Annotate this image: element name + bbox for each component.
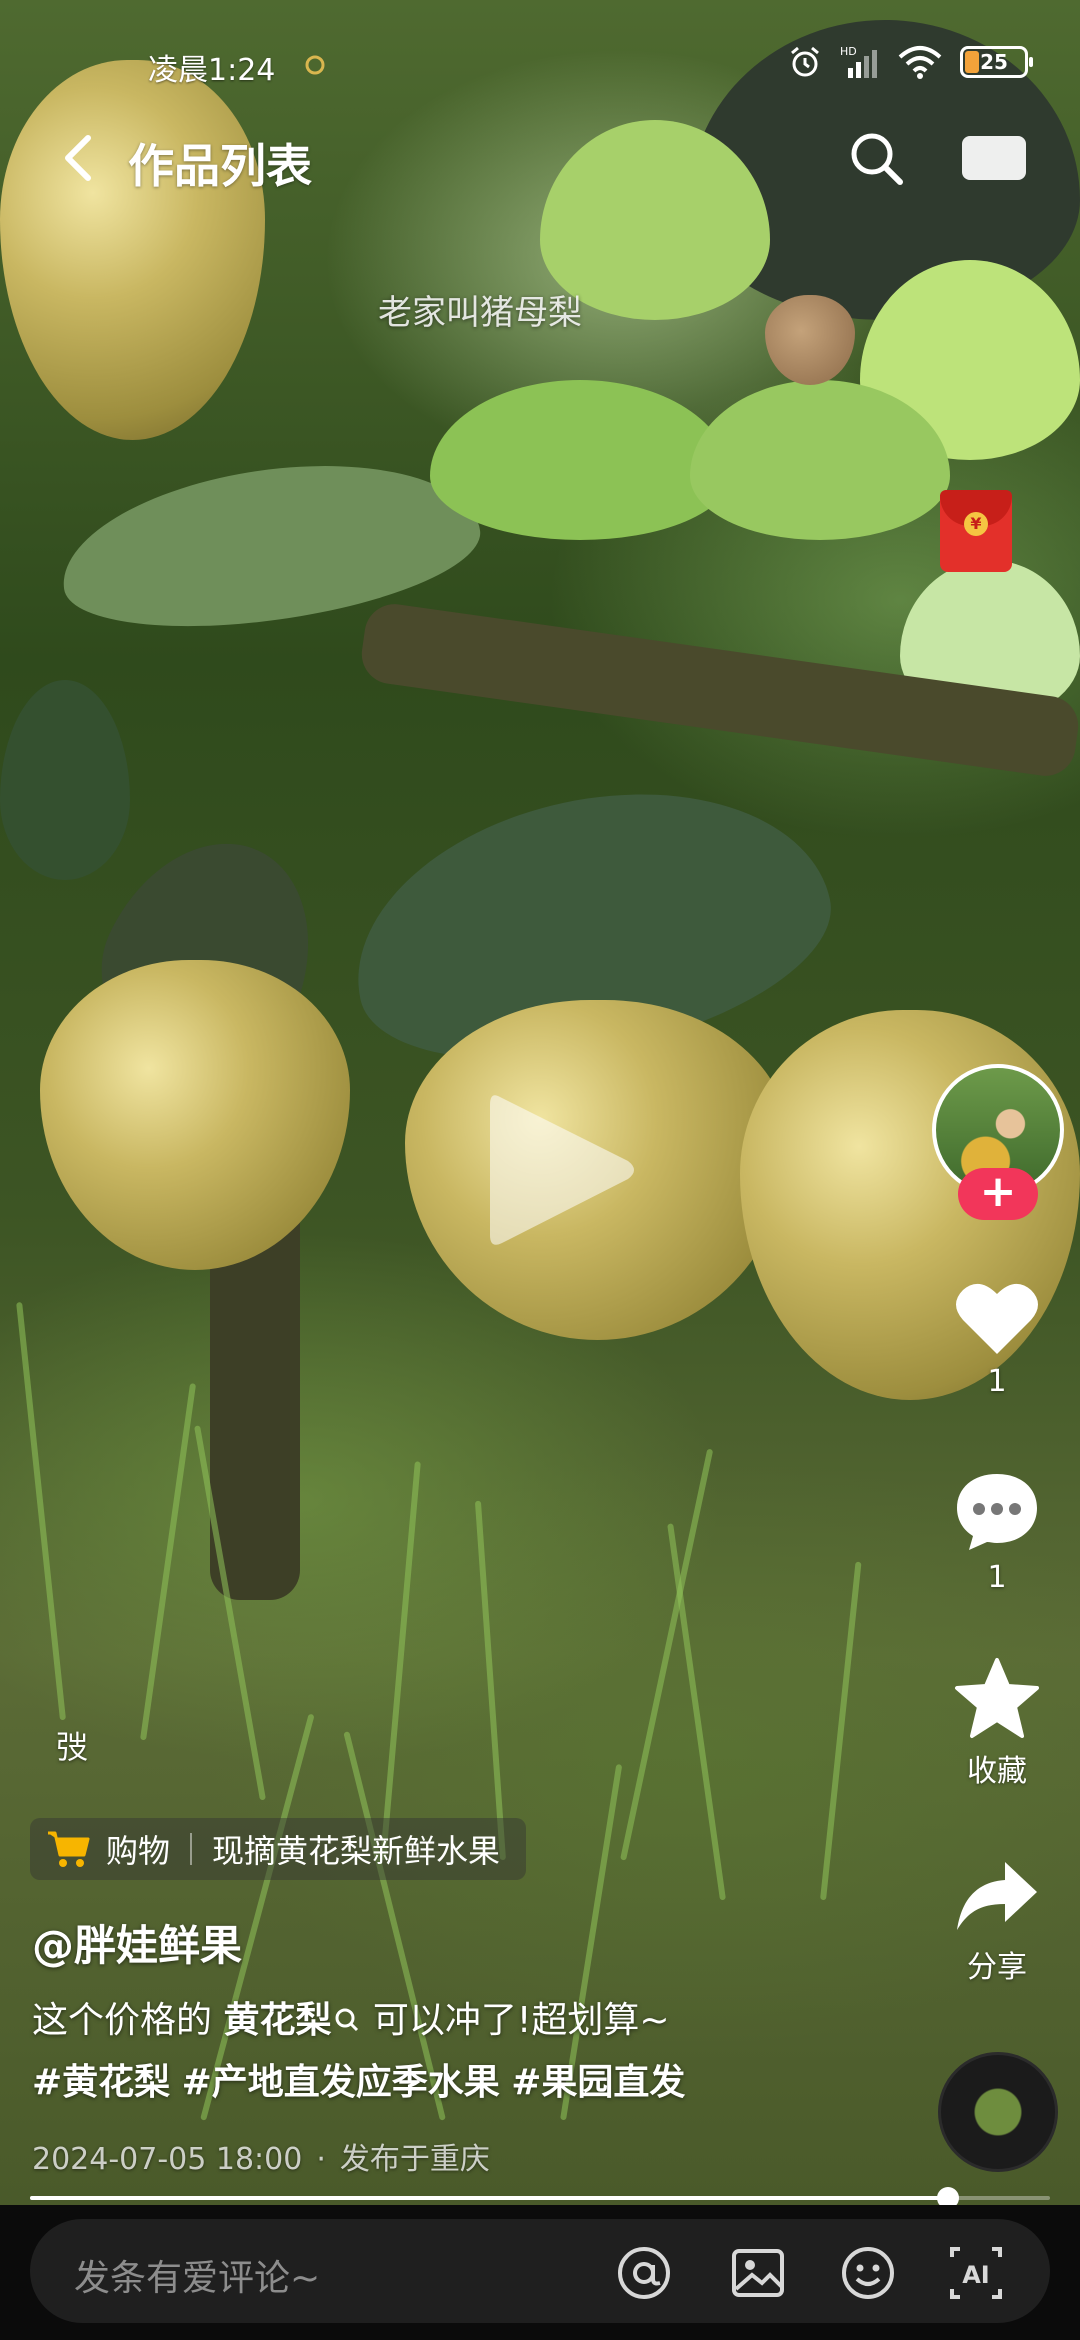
grass-blade: [820, 1561, 862, 1901]
share-label: 分享: [967, 1950, 1027, 1985]
comment-bubble-icon: [957, 1474, 1037, 1550]
meta-separator: ·: [316, 2142, 326, 2177]
favorite-label: 收藏: [967, 1754, 1027, 1789]
shop-product: 现摘黄花梨新鲜水果: [212, 1832, 501, 1870]
status-bar: 凌晨1:24 HD 25: [0, 40, 1080, 90]
shop-label: 购物: [106, 1832, 171, 1870]
cart-icon: [48, 1831, 90, 1867]
status-icons: HD 25: [788, 44, 1033, 80]
grass-blade: [140, 1383, 197, 1741]
comment-button[interactable]: 1: [940, 1470, 1054, 1595]
status-time: 凌晨1:24: [148, 53, 276, 88]
search-keyword-icon[interactable]: [333, 2006, 361, 2034]
progress-fill: [30, 2196, 948, 2200]
like-count: 1: [987, 1364, 1007, 1399]
favorite-button[interactable]: 收藏: [940, 1656, 1054, 1790]
pear-fruit: [0, 60, 265, 440]
share-button[interactable]: 分享: [940, 1856, 1054, 1986]
desc-prefix: 这个价格的: [32, 2000, 224, 2041]
back-arrow-icon[interactable]: [50, 128, 110, 188]
shopping-tag[interactable]: 购物 现摘黄花梨新鲜水果: [30, 1818, 527, 1880]
comment-bar: 发条有爱评论~ AI: [0, 2205, 1080, 2340]
grass-blade: [474, 1500, 506, 1861]
red-packet-coin: ¥: [964, 512, 988, 536]
music-disc-icon[interactable]: [938, 2052, 1058, 2172]
grass-blade: [620, 1448, 714, 1861]
post-meta: 2024-07-05 18:00 · 发布于重庆: [32, 2134, 490, 2178]
search-icon[interactable]: [846, 128, 906, 188]
heart-icon: [956, 1283, 1038, 1354]
shop-divider: [190, 1833, 193, 1865]
ai-icon[interactable]: AI: [946, 2243, 1006, 2303]
grass-blade: [667, 1523, 726, 1901]
post-date: 2024-07-05 18:00: [32, 2142, 303, 2177]
author-name[interactable]: @胖娃鲜果: [32, 1912, 242, 1973]
page-title: 作品列表: [128, 139, 312, 193]
battery-level: [965, 51, 979, 73]
desc-keyword[interactable]: 黄花梨: [223, 2000, 331, 2041]
post-description: 这个价格的 黄花梨 可以冲了!超划算~ #黄花梨 #产地直发应季水果 #果园直发: [32, 1990, 812, 2114]
leaf-shape: [430, 380, 730, 540]
hashtag[interactable]: #果园直发: [511, 2062, 685, 2103]
comment-placeholder: 发条有爱评论~: [74, 2258, 321, 2299]
comment-input[interactable]: 发条有爱评论~ AI: [30, 2219, 1050, 2323]
share-arrow-icon: [957, 1862, 1037, 1930]
emoji-icon[interactable]: [838, 2243, 898, 2303]
desc-suffix: 可以冲了!超划算~: [361, 2000, 670, 2041]
star-icon: [955, 1658, 1039, 1738]
location-icon: [305, 55, 325, 75]
grass-blade: [380, 1461, 421, 1861]
grass-blade: [16, 1301, 66, 1721]
hashtag[interactable]: #黄花梨: [32, 2062, 170, 2103]
pear-fruit: [40, 960, 350, 1270]
network-label: HD: [840, 45, 857, 58]
cast-screen-icon[interactable]: [962, 136, 1026, 180]
battery-icon: 25: [960, 46, 1033, 78]
at-icon[interactable]: [614, 2243, 674, 2303]
wifi-icon: [898, 46, 942, 79]
red-packet-icon[interactable]: ¥: [940, 490, 1012, 572]
alarm-icon: [791, 46, 819, 77]
leaf-shape: [0, 680, 130, 880]
battery-percent: 25: [980, 50, 1008, 74]
signal-icon: HD: [840, 45, 877, 78]
video-caption: 老家叫猪母梨: [378, 293, 582, 333]
ai-label: AI: [962, 2261, 990, 2289]
video-progress-bar[interactable]: [30, 2187, 1050, 2209]
post-location: 发布于重庆: [339, 2142, 490, 2177]
follow-button[interactable]: +: [958, 1168, 1038, 1220]
comment-count: 1: [987, 1560, 1007, 1595]
image-icon[interactable]: [728, 2243, 788, 2303]
like-button[interactable]: 1: [940, 1278, 1054, 1399]
play-icon[interactable]: [480, 1085, 640, 1255]
side-label: 弢: [56, 1728, 89, 1766]
hashtag[interactable]: #产地直发应季水果: [182, 2062, 500, 2103]
